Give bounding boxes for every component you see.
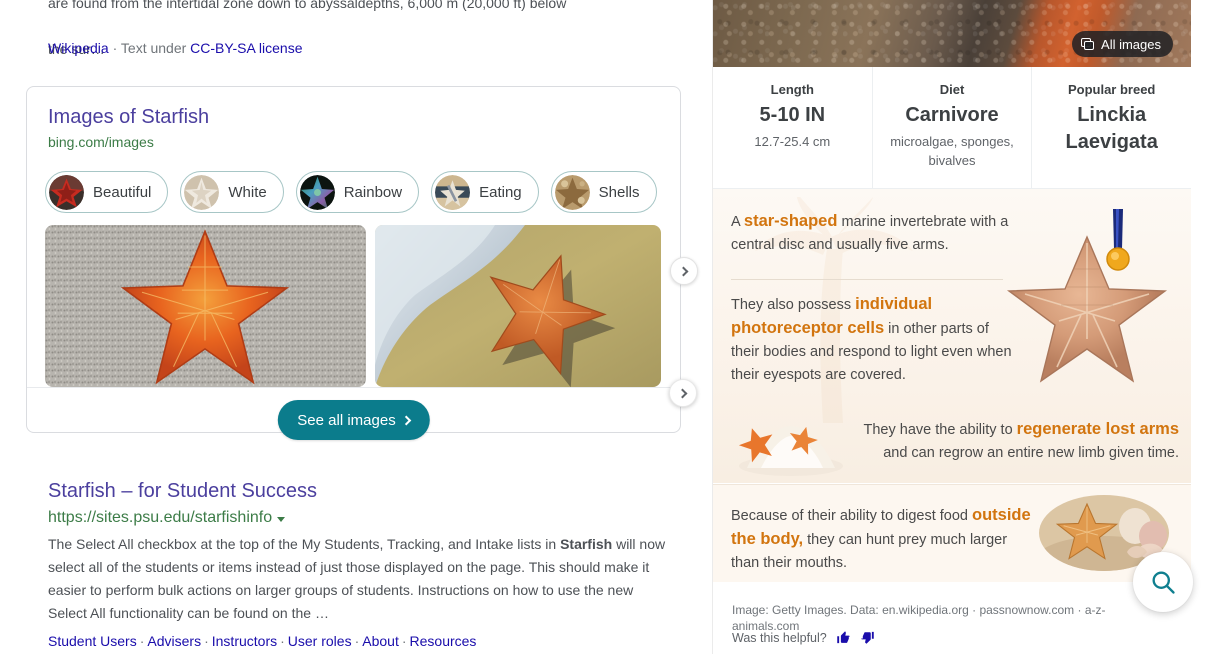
- stat-value: Carnivore: [905, 104, 999, 126]
- stat-value: 5-10 IN: [759, 104, 826, 126]
- desc-bold-term: Starfish: [560, 536, 613, 552]
- result-url[interactable]: https://sites.psu.edu/starfishinfo: [48, 507, 668, 529]
- feedback-question: Was this helpful?: [732, 630, 827, 645]
- all-images-label: All images: [1101, 36, 1161, 52]
- wikipedia-link[interactable]: Wikipedia: [48, 40, 109, 56]
- stat-diet: Diet Carnivore microalgae, sponges, biva…: [873, 67, 1033, 188]
- images-card-title[interactable]: Images of Starfish: [48, 104, 209, 130]
- starfish-red-thumb-icon: [49, 174, 84, 210]
- image-thumbnail-2[interactable]: [375, 225, 661, 387]
- stat-value: Linckia Laevigata: [1065, 104, 1158, 153]
- chip-white[interactable]: White: [180, 171, 284, 213]
- sitelink-resources[interactable]: Resources: [410, 633, 477, 649]
- image-filter-chips: Beautiful White Rainbow Eating Shells: [45, 169, 670, 215]
- fact3-part1: They have the ability to: [863, 422, 1017, 438]
- sand-pile-starfish-image: [738, 426, 843, 476]
- card-divider: [27, 387, 682, 388]
- starfish-medal-image: [1006, 209, 1168, 383]
- stat-label: Length: [770, 82, 814, 97]
- sitelink-about[interactable]: About: [362, 633, 399, 649]
- caret-down-icon[interactable]: [277, 517, 286, 522]
- fact3-highlight: regenerate lost arms: [1016, 420, 1179, 438]
- see-all-images-label: See all images: [297, 411, 396, 429]
- stat-sub: microalgae, sponges, bivalves: [890, 134, 1014, 168]
- chip-eating[interactable]: Eating: [431, 171, 539, 213]
- stat-sub: 12.7-25.4 cm: [754, 134, 831, 149]
- sitelink-sep: ·: [280, 633, 285, 649]
- chevron-right-icon: [401, 415, 412, 425]
- license-link[interactable]: CC-BY-SA license: [190, 40, 302, 56]
- chips-next-button[interactable]: [670, 257, 698, 285]
- search-fab-button[interactable]: [1133, 552, 1193, 612]
- fact-text-2: They also possess individual photorecept…: [731, 293, 1016, 387]
- chip-shells[interactable]: Shells: [550, 171, 657, 213]
- chip-beautiful[interactable]: Beautiful: [45, 171, 169, 213]
- chevron-right-icon: [678, 266, 688, 276]
- snippet-attribution: Wikipedia · Text under CC-BY-SA license: [48, 40, 302, 57]
- all-images-button[interactable]: All images: [1072, 31, 1173, 57]
- chip-label: White: [228, 183, 267, 201]
- starfish-eating-thumb-icon: [435, 174, 471, 210]
- sitelink-sep: ·: [139, 633, 145, 649]
- feedback-row: Was this helpful?: [732, 630, 875, 645]
- sitelink-user-roles[interactable]: User roles: [288, 633, 352, 649]
- sitelink-student-users[interactable]: Student Users: [48, 633, 137, 649]
- stat-label: Popular breed: [1067, 82, 1156, 97]
- desc-part-1: The Select All checkbox at the top of th…: [48, 536, 561, 552]
- stat-popular-breed: Popular breed Linckia Laevigata: [1032, 67, 1191, 188]
- chip-label: Shells: [598, 183, 640, 201]
- attribution-separator: ·: [108, 40, 121, 56]
- image-stack-icon: [1081, 38, 1095, 50]
- fact3-part3: and can regrow an entire new limb given …: [883, 445, 1179, 461]
- result-description: The Select All checkbox at the top of th…: [48, 533, 668, 625]
- license-prefix: Text under: [120, 40, 187, 56]
- sitelink-advisers[interactable]: Advisers: [147, 633, 201, 649]
- sitelink-sep: ·: [204, 633, 209, 649]
- chip-label: Eating: [479, 183, 522, 201]
- fact1-highlight: star-shaped: [743, 212, 838, 230]
- stat-label: Diet: [939, 82, 965, 97]
- fact-divider: [731, 279, 1003, 280]
- see-all-images-button[interactable]: See all images: [277, 400, 430, 440]
- fact-text-3: They have the ability to regenerate lost…: [849, 418, 1179, 465]
- knowledge-panel: All images Length 5-10 IN 12.7-25.4 cm D…: [712, 0, 1215, 654]
- starfish-white-thumb-icon: [184, 174, 220, 210]
- fact-text-4: Because of their ability to digest food …: [731, 504, 1031, 575]
- image-thumbnails-row: [45, 225, 679, 387]
- images-card-url: bing.com/images: [48, 134, 154, 150]
- search-icon: [1152, 571, 1175, 594]
- left-results-column: are found from the intertidal zone down …: [0, 0, 712, 654]
- search-result: Starfish – for Student Success https://s…: [48, 478, 668, 651]
- fact-block-regeneration: They have the ability to regenerate lost…: [713, 404, 1191, 483]
- starfish-rainbow-thumb-icon: [299, 174, 335, 210]
- chip-rainbow[interactable]: Rainbow: [295, 171, 420, 213]
- knowledge-panel-hero-image[interactable]: All images: [713, 0, 1191, 67]
- sitelink-sep: ·: [401, 633, 407, 649]
- sitelink-instructors[interactable]: Instructors: [212, 633, 277, 649]
- result-url-text: https://sites.psu.edu/starfishinfo: [48, 509, 273, 526]
- thumbnails-next-button[interactable]: [669, 379, 697, 407]
- quick-facts-table: Length 5-10 IN 12.7-25.4 cm Diet Carnivo…: [713, 67, 1191, 189]
- chip-label: Beautiful: [93, 183, 152, 201]
- image-thumbnail-1[interactable]: [45, 225, 366, 387]
- fact4-part1: Because of their ability to digest food: [731, 508, 973, 524]
- search-results-page: are found from the intertidal zone down …: [0, 0, 1215, 654]
- fact2-part1: They also possess: [731, 297, 856, 313]
- starfish-shells-thumb-icon: [554, 174, 590, 210]
- fact-text-1: A star-shaped marine invertebrate with a…: [731, 210, 1016, 257]
- chevron-right-icon: [677, 388, 687, 398]
- fact-block-digestion: Because of their ability to digest food …: [713, 484, 1191, 582]
- stat-length: Length 5-10 IN 12.7-25.4 cm: [713, 67, 873, 188]
- snippet-line-top: are found from the intertidal zone down …: [48, 0, 567, 11]
- sitelink-sep: ·: [354, 633, 360, 649]
- chip-label: Rainbow: [343, 183, 403, 201]
- thumb-down-icon[interactable]: [860, 630, 875, 645]
- result-title-link[interactable]: Starfish – for Student Success: [48, 478, 668, 504]
- images-card: Images of Starfish bing.com/images Beaut…: [26, 86, 698, 440]
- fact1-part1: A: [731, 214, 744, 230]
- thumb-up-icon[interactable]: [836, 630, 851, 645]
- result-sitelinks: Student Users · Advisers · Instructors · User …: [48, 631, 668, 651]
